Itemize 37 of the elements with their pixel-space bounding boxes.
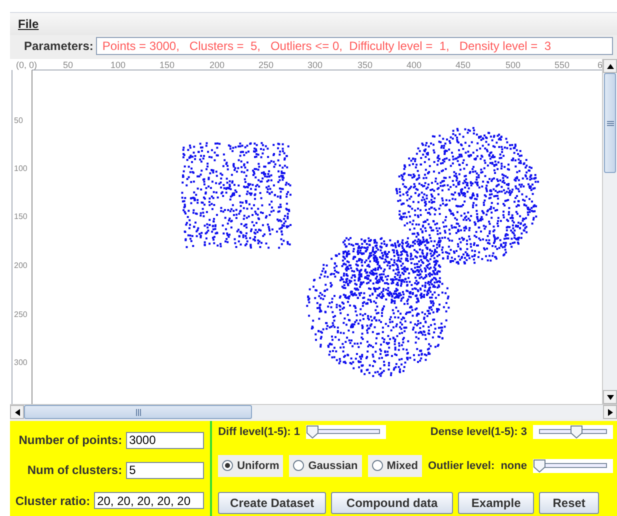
- axis-tick-label: 50: [63, 60, 73, 70]
- input-field[interactable]: 5: [126, 462, 204, 479]
- axis-tick-label: 550: [554, 60, 570, 70]
- axis-tick-label: 150: [159, 60, 175, 70]
- action-button[interactable]: Compound data: [331, 492, 454, 514]
- axis-tick-label: 100: [14, 164, 28, 173]
- field-label: Cluster ratio:: [15, 494, 90, 508]
- input-field[interactable]: 20, 20, 20, 20, 20: [94, 492, 204, 510]
- axis-tick-label: 100: [110, 60, 126, 70]
- radio-button[interactable]: Uniform: [218, 454, 284, 476]
- menu-item[interactable]: File: [18, 17, 39, 31]
- parameters-label: Parameters:: [24, 39, 94, 53]
- field-label: Number of points:: [18, 433, 122, 448]
- axis-tick-label: 200: [14, 261, 28, 270]
- field-label: Num of clusters:: [27, 463, 122, 478]
- action-button[interactable]: Example: [458, 492, 534, 514]
- axis-tick-label: 500: [505, 60, 521, 70]
- axis-tick-label: 6: [598, 60, 602, 70]
- axis-tick-label: 450: [455, 60, 471, 70]
- axis-tick-label: 150: [14, 212, 28, 221]
- axis-tick-label: 250: [258, 60, 274, 70]
- axis-tick-label: 300: [307, 60, 323, 70]
- input-field[interactable]: 3000: [126, 432, 204, 449]
- action-button[interactable]: Reset: [539, 492, 600, 514]
- axis-tick-label: 200: [209, 60, 225, 70]
- slider-label: Diff level(1-5): 1: [218, 426, 300, 438]
- axis-tick-label: 250: [14, 310, 28, 319]
- slider-label: Dense level(1-5): 3: [430, 426, 527, 438]
- axis-tick-label: 400: [406, 60, 422, 70]
- axis-tick-label: 350: [357, 60, 373, 70]
- axis-tick-label: 50: [14, 116, 23, 125]
- axis-tick-label: (0, 0): [16, 60, 38, 70]
- axis-tick-label: 300: [14, 358, 28, 367]
- radio-button[interactable]: Gaussian: [289, 454, 362, 476]
- slider-label: Outlier level: none: [428, 460, 527, 472]
- action-button[interactable]: Create Dataset: [218, 492, 326, 514]
- radio-button[interactable]: Mixed: [368, 454, 422, 476]
